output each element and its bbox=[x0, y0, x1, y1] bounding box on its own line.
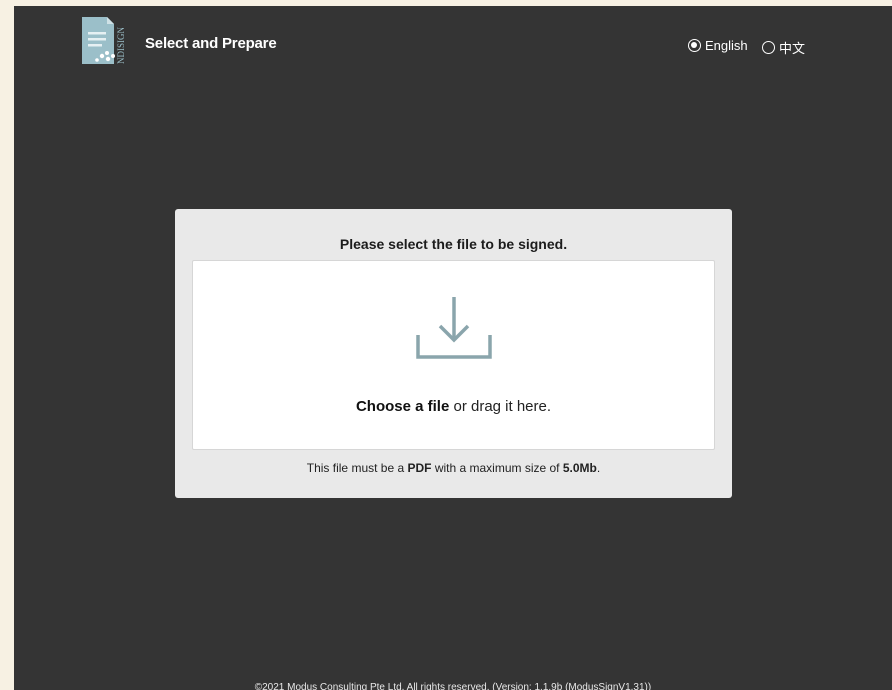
footer-copyright: ©2021 Modus Consulting Pte Ltd. All righ… bbox=[254, 682, 652, 690]
language-label-chinese: 中文 bbox=[779, 41, 806, 56]
drag-text: or drag it here. bbox=[449, 398, 552, 415]
hint-format: PDF bbox=[407, 461, 432, 475]
radio-unselected-icon[interactable] bbox=[762, 41, 775, 54]
language-option-english[interactable]: English bbox=[688, 38, 748, 53]
page-title: Select and Prepare bbox=[145, 35, 277, 52]
file-dropzone[interactable]: Choose a file or drag it here. bbox=[192, 260, 715, 450]
file-requirement-hint: This file must be a PDF with a maximum s… bbox=[175, 461, 732, 475]
hint-size: 5.0Mb bbox=[562, 461, 597, 475]
radio-selected-icon[interactable] bbox=[688, 39, 701, 52]
hint-prefix: This file must be a bbox=[306, 461, 408, 475]
language-option-chinese[interactable]: 中文 bbox=[762, 38, 805, 57]
header: NDISIGN Select and Prepare English 中文 bbox=[14, 6, 892, 70]
upload-title: Please select the file to be signed. bbox=[339, 236, 568, 252]
upload-panel: Please select the file to be signed. Cho… bbox=[175, 209, 732, 498]
hint-suffix: . bbox=[596, 461, 601, 475]
choose-file-link[interactable]: Choose a file bbox=[356, 398, 449, 415]
logo-text: NDISIGN bbox=[116, 27, 126, 64]
app-window: NDISIGN Select and Prepare English 中文 Pl… bbox=[14, 6, 892, 690]
choose-file-line: Choose a file or drag it here. bbox=[193, 398, 714, 415]
hint-middle: with a maximum size of bbox=[431, 461, 563, 475]
language-label-english: English bbox=[705, 38, 748, 53]
app-logo: NDISIGN bbox=[82, 17, 126, 64]
download-tray-icon bbox=[416, 297, 492, 359]
